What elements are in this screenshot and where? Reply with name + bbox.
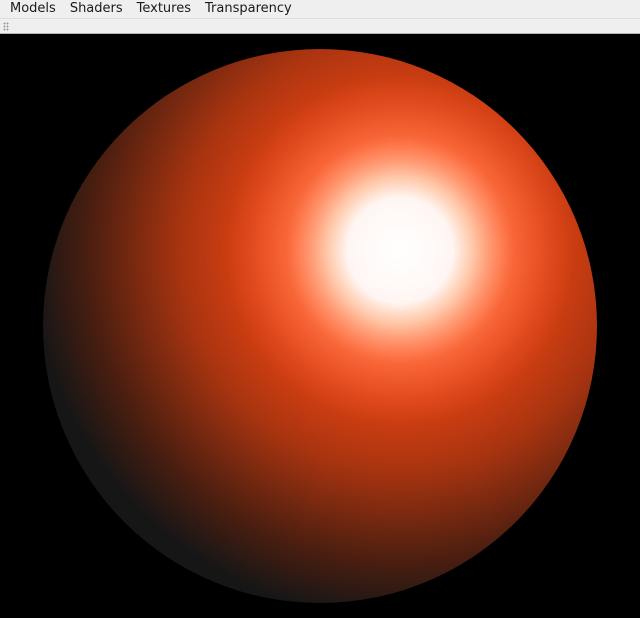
menu-shaders[interactable]: Shaders: [63, 0, 130, 18]
menu-bar: Models Shaders Textures Transparency: [0, 0, 640, 18]
rendered-sphere: [43, 49, 597, 603]
app-window: Models Shaders Textures Transparency: [0, 0, 640, 618]
toolbar: [0, 18, 640, 34]
sphere-specular-highlight: [43, 49, 597, 603]
menu-textures[interactable]: Textures: [130, 0, 198, 18]
menu-transparency[interactable]: Transparency: [198, 0, 299, 18]
menu-models[interactable]: Models: [0, 0, 63, 18]
toolbar-grip-handle[interactable]: [3, 22, 9, 31]
render-viewport[interactable]: [0, 36, 640, 618]
